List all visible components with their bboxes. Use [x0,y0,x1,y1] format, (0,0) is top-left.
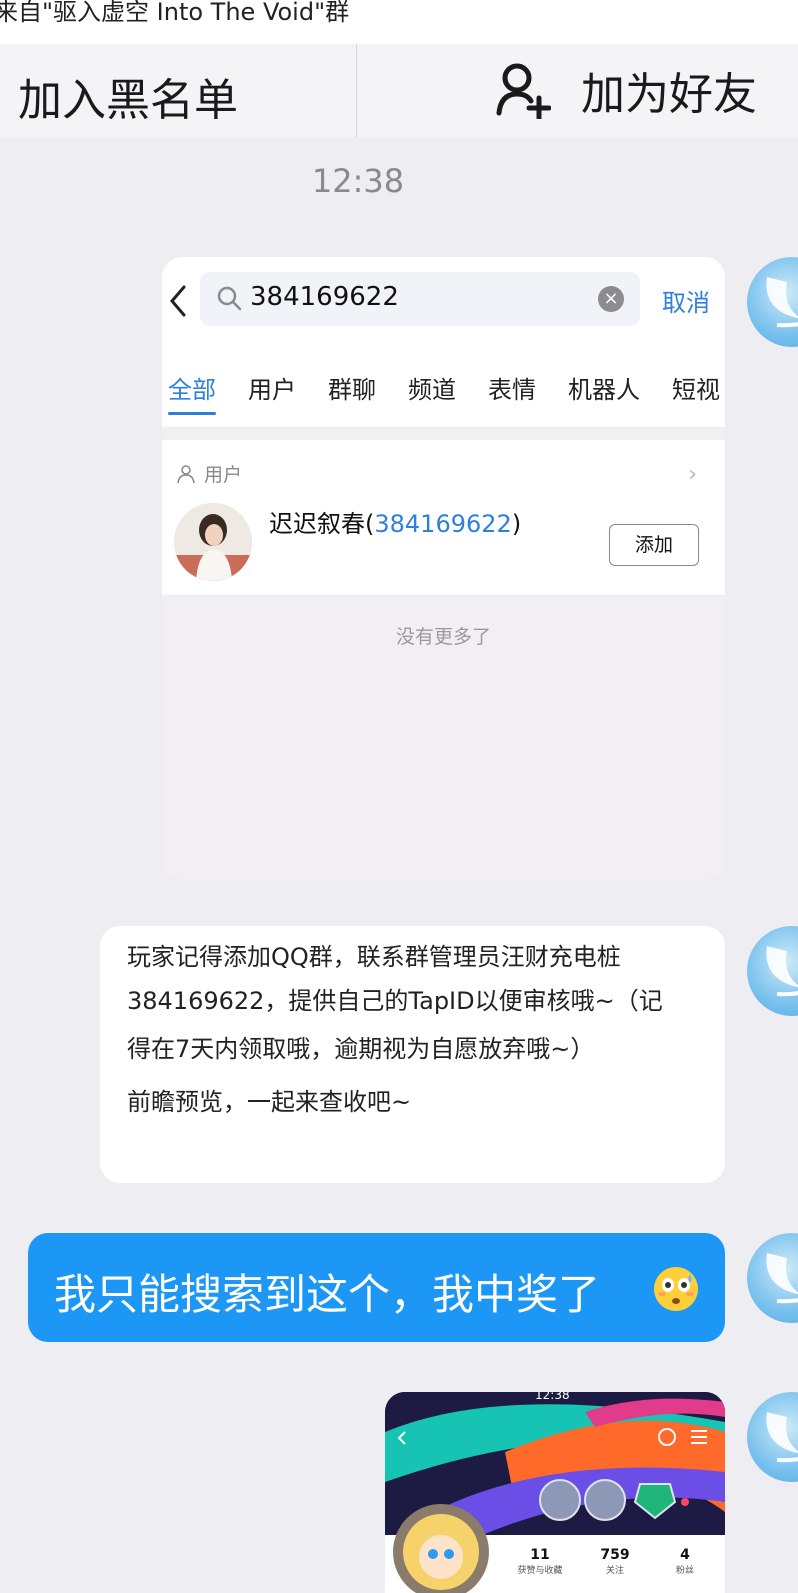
tab-users: 用户 [248,376,296,404]
stat-followers: 4 粉丝 [675,1547,694,1576]
add-to-blacklist-button[interactable]: 加入黑名单 [18,64,238,128]
tab-groups: 群聊 [328,376,376,404]
search-query: 384169622 [250,282,399,312]
avatar-swoosh-icon [766,277,798,328]
clear-icon: × [598,286,624,312]
tab-bots: 机器人 [568,376,640,404]
sender-avatar[interactable] [747,1233,798,1323]
stranger-action-bar: 加入黑名单 加为好友 [0,44,798,137]
no-more-results: 没有更多了 [395,626,491,648]
user-result-name: 迟迟叙春(384169622) [269,510,522,538]
group-source-text: 来自"驱入虚空 Into The Void"群 [0,0,350,26]
stat-following: 759 关注 [600,1547,630,1576]
back-arrow-icon [170,285,186,317]
status-time: 12:38 [535,1392,570,1402]
search-icon [217,286,242,311]
message-line: 384169622，提供自己的TapID以便审核哦~（记 [127,987,663,1015]
message-timestamp: 12:38 [311,162,405,200]
tab-channels: 频道 [408,376,456,404]
avatar-swoosh-icon [766,1412,798,1463]
message-text: 我只能搜索到这个，我中奖了 [54,1270,601,1319]
cut-off-text-line [127,926,687,930]
tab-stickers: 表情 [488,376,536,404]
sender-avatar[interactable] [747,926,798,1016]
message-line: 前瞻预览，一起来查收吧~ [127,1088,412,1116]
search-input: 384169622 × [200,272,640,326]
user-result-card: 用户 › 迟迟叙春(384169622) 添加 [162,440,725,595]
action-divider [356,44,357,137]
add-friend-button[interactable]: 加为好友 [495,58,757,122]
group-source-banner: 来自"驱入虚空 Into The Void"群 [0,0,798,44]
add-user-icon [496,63,551,119]
section-label: 用户 [204,464,243,486]
message-line: 得在7天内领取哦，逾期视为自愿放弃哦~） [127,1035,595,1063]
section-header: 用户 [176,460,242,487]
message-line: 玩家记得添加QQ群，联系群管理员汪财充电桩 [127,943,621,971]
tab-short-videos: 短视 [672,376,720,404]
search-screenshot-image[interactable]: 384169622 × 取消 全部 用户 群聊 频道 表情 机器人 短视 用户 … [162,257,725,879]
search-tabs: 全部 用户 群聊 频道 表情 机器人 短视 [168,370,725,415]
user-icon [177,464,195,483]
flushed-face-emoji-icon [654,1267,698,1311]
stat-likes: 11 获赞与收藏 [517,1547,563,1576]
avatar-swoosh-icon [766,946,798,997]
user-avatar-photo [174,503,252,581]
outgoing-message-bubble[interactable]: 我只能搜索到这个，我中奖了 [28,1233,725,1342]
profile-screenshot-image[interactable]: 12:38 11 获赞与收藏 759 关注 4 粉丝 [385,1392,725,1593]
add-friend-label: 加为好友 [581,69,757,120]
cancel-link: 取消 [662,289,710,317]
tab-all: 全部 [168,370,216,415]
sender-avatar[interactable] [747,257,798,347]
sender-avatar[interactable] [747,1392,798,1482]
user-result-id: 384169622 [374,510,512,538]
announcement-message-bubble[interactable]: 玩家记得添加QQ群，联系群管理员汪财充电桩 384169622，提供自己的Tap… [100,926,725,1183]
add-button: 添加 [609,524,699,566]
avatar-swoosh-icon [766,1253,798,1304]
chevron-right-icon: › [688,462,697,487]
